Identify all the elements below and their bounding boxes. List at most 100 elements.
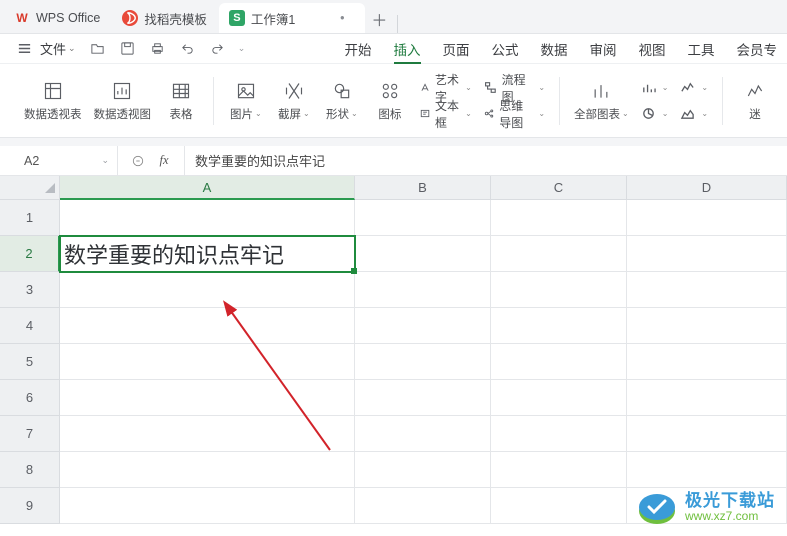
- row-header-2[interactable]: 2: [0, 236, 60, 272]
- cell[interactable]: [491, 200, 627, 236]
- new-tab-button[interactable]: ＋: [365, 5, 393, 33]
- row-header-6[interactable]: 6: [0, 380, 60, 416]
- print-icon[interactable]: [144, 36, 172, 62]
- row-header-5[interactable]: 5: [0, 344, 60, 380]
- menu-data[interactable]: 数据: [541, 34, 568, 63]
- cell[interactable]: [355, 344, 491, 380]
- spark-area-button[interactable]: ⌄: [676, 102, 712, 126]
- tab-workbook[interactable]: S 工作簿1 •: [219, 3, 365, 33]
- menu-review[interactable]: 审阅: [590, 34, 617, 63]
- cell[interactable]: [627, 380, 787, 416]
- spark-line-button[interactable]: ⌄: [676, 76, 712, 100]
- cell[interactable]: [355, 272, 491, 308]
- col-header-D[interactable]: D: [627, 176, 787, 200]
- name-box[interactable]: A2 ⌄: [0, 146, 118, 175]
- cell[interactable]: [60, 272, 355, 308]
- menu-member[interactable]: 会员专: [737, 34, 778, 63]
- tab-label: 工作簿1: [251, 9, 295, 28]
- cell[interactable]: [355, 380, 491, 416]
- col-header-B[interactable]: B: [355, 176, 491, 200]
- cell-A2[interactable]: 数学重要的知识点牢记: [60, 236, 355, 272]
- tab-menu-icon[interactable]: •: [331, 11, 353, 25]
- shape-button[interactable]: 形状⌄: [320, 76, 364, 126]
- cell[interactable]: [60, 200, 355, 236]
- spark-pie-button[interactable]: ⌄: [637, 102, 673, 126]
- ribbon-label: 迷: [749, 106, 761, 122]
- cell[interactable]: [491, 380, 627, 416]
- row-header-9[interactable]: 9: [0, 488, 60, 524]
- cell[interactable]: [491, 344, 627, 380]
- cell[interactable]: [491, 236, 627, 272]
- cell[interactable]: [627, 200, 787, 236]
- row-header-3[interactable]: 3: [0, 272, 60, 308]
- icon-button[interactable]: 图标: [368, 76, 412, 126]
- pivot-chart-button[interactable]: 数据透视图: [90, 76, 156, 126]
- spark-col-button[interactable]: ⌄: [637, 76, 673, 100]
- col-header-C[interactable]: C: [491, 176, 627, 200]
- cell[interactable]: [355, 236, 491, 272]
- tab-docer[interactable]: 找稻壳模板: [112, 3, 219, 33]
- menu-start[interactable]: 开始: [345, 34, 372, 63]
- cell[interactable]: [355, 416, 491, 452]
- cell[interactable]: [627, 272, 787, 308]
- menu-tools[interactable]: 工具: [688, 34, 715, 63]
- row-header-4[interactable]: 4: [0, 308, 60, 344]
- picture-button[interactable]: 图片⌄: [224, 76, 268, 126]
- cell[interactable]: [627, 344, 787, 380]
- cell[interactable]: [627, 236, 787, 272]
- menu-insert[interactable]: 插入: [394, 34, 421, 63]
- cell[interactable]: [627, 308, 787, 344]
- cell[interactable]: [491, 488, 627, 524]
- row-header-8[interactable]: 8: [0, 452, 60, 488]
- fill-handle[interactable]: [351, 268, 357, 274]
- cell-value: 数学重要的知识点牢记: [64, 238, 284, 270]
- cell[interactable]: [491, 452, 627, 488]
- row-header-7[interactable]: 7: [0, 416, 60, 452]
- select-all-corner[interactable]: [0, 176, 60, 200]
- menu-view[interactable]: 视图: [639, 34, 666, 63]
- tab-wps-office[interactable]: W WPS Office: [4, 3, 112, 33]
- cell[interactable]: [627, 452, 787, 488]
- cell[interactable]: [60, 380, 355, 416]
- menu-page[interactable]: 页面: [443, 34, 470, 63]
- formula-input[interactable]: 数学重要的知识点牢记: [185, 151, 787, 170]
- col-header-A[interactable]: A: [60, 176, 355, 200]
- table-button[interactable]: 表格: [159, 76, 203, 126]
- cell[interactable]: [60, 452, 355, 488]
- textbox-button[interactable]: 文本框⌄: [416, 102, 476, 126]
- pivot-table-icon: [41, 80, 65, 102]
- pivot-table-button[interactable]: 数据透视表: [20, 76, 86, 126]
- cell[interactable]: [627, 416, 787, 452]
- all-charts-button[interactable]: 全部图表⌄: [570, 76, 633, 126]
- fx-icon[interactable]: fx: [154, 151, 174, 171]
- screenshot-button[interactable]: 截屏⌄: [272, 76, 316, 126]
- mindmap-button[interactable]: 思维导图⌄: [480, 102, 549, 126]
- screenshot-icon: [282, 80, 306, 102]
- redo-icon[interactable]: [204, 36, 232, 62]
- open-icon[interactable]: [84, 36, 112, 62]
- cell[interactable]: [355, 200, 491, 236]
- cancel-icon[interactable]: [128, 151, 148, 171]
- mystery-button[interactable]: 迷: [733, 76, 777, 126]
- cell[interactable]: [491, 416, 627, 452]
- shape-icon: [330, 80, 354, 102]
- qa-chevron-icon[interactable]: ⌄: [234, 36, 250, 62]
- save-icon[interactable]: [114, 36, 142, 62]
- cell[interactable]: [491, 308, 627, 344]
- cell[interactable]: [60, 488, 355, 524]
- file-label: 文件: [40, 39, 66, 58]
- menu-formula[interactable]: 公式: [492, 34, 519, 63]
- file-menu[interactable]: 文件⌄: [40, 39, 76, 58]
- cell[interactable]: [355, 308, 491, 344]
- chevron-down-icon: ⌄: [662, 109, 669, 118]
- cell[interactable]: [60, 344, 355, 380]
- cell[interactable]: [491, 272, 627, 308]
- hamburger-icon[interactable]: [10, 36, 38, 62]
- row-header-1[interactable]: 1: [0, 200, 60, 236]
- cell[interactable]: [60, 308, 355, 344]
- cell[interactable]: [355, 452, 491, 488]
- cell[interactable]: [60, 416, 355, 452]
- undo-icon[interactable]: [174, 36, 202, 62]
- cell[interactable]: [355, 488, 491, 524]
- chevron-down-icon: ⌄: [662, 83, 669, 92]
